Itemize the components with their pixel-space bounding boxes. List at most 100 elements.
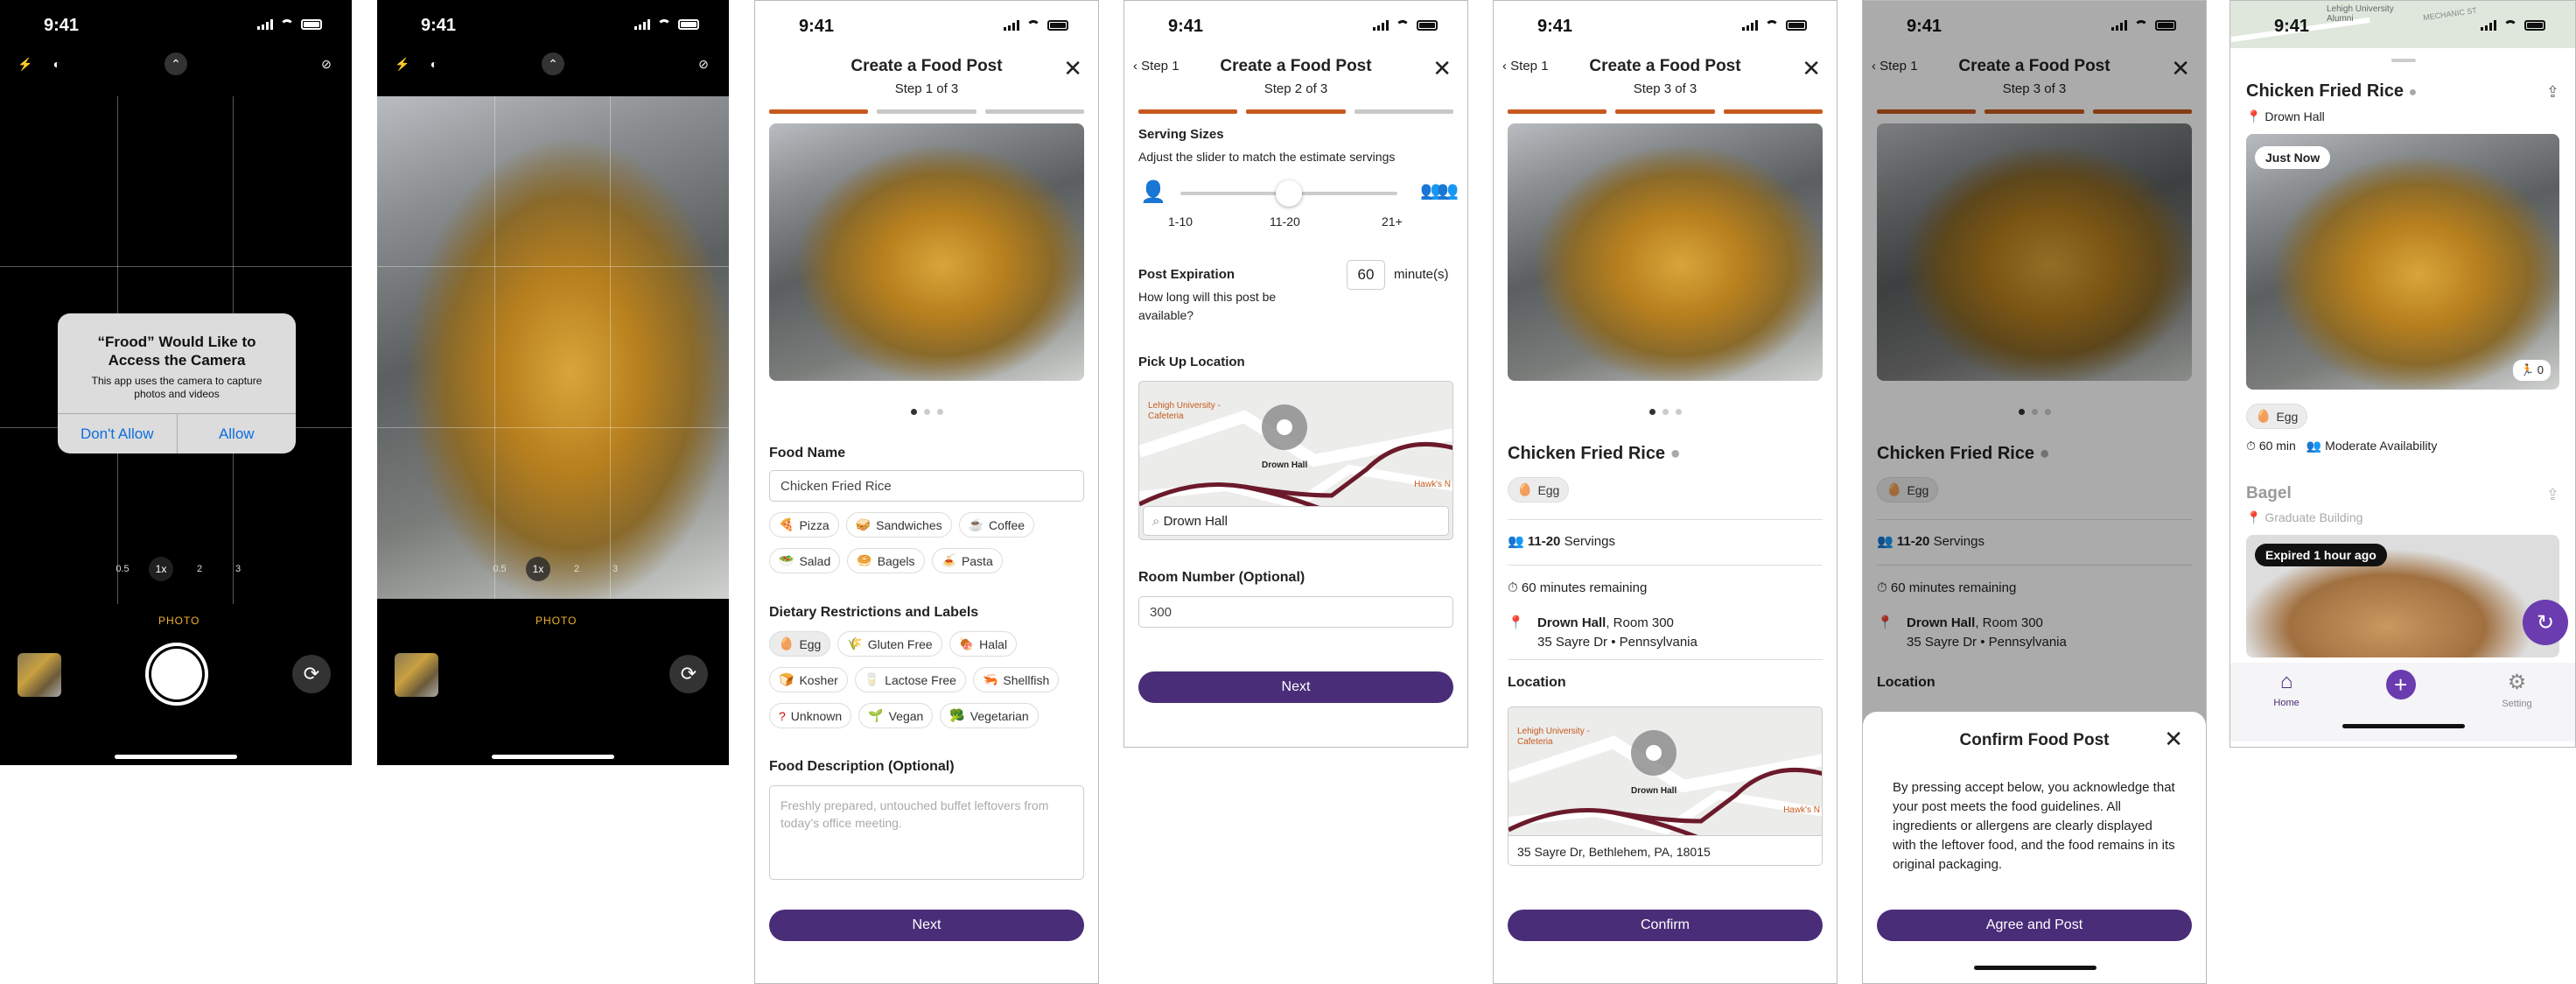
signal-icon <box>634 19 650 30</box>
zoom-2[interactable]: 2 <box>564 557 589 581</box>
location-map[interactable]: Lehigh University - Cafeteria Drown Hall… <box>1508 706 1823 866</box>
live-off-icon[interactable]: ⊘ <box>315 53 338 75</box>
timer-icon: ⏱ <box>2246 439 2259 453</box>
pickup-map[interactable]: Lehigh University - Cafeteria Drown Hall… <box>1138 381 1453 540</box>
photo-mode-label[interactable]: PHOTO <box>158 615 200 627</box>
feed-screen: Lehigh University Alumni MECHANIC ST 9:4… <box>2230 0 2576 748</box>
map-label-lehigh: Lehigh University - Cafeteria <box>1517 727 1590 747</box>
zoom-1x[interactable]: 1x <box>149 557 173 581</box>
zoom-controls: 0.5 1x 2 3 <box>487 557 627 581</box>
serving-slider[interactable] <box>1180 180 1397 207</box>
location-row: 📍 Drown Hall, Room 300 35 Sayre Dr • Pen… <box>1508 615 1698 650</box>
dont-allow-button[interactable]: Don't Allow <box>58 414 177 453</box>
chip-halal[interactable]: 🍖 Halal <box>948 631 1018 657</box>
chip-salad[interactable]: 🥗 Salad <box>769 548 841 573</box>
chip-kosher[interactable]: 🍞 Kosher <box>769 667 848 692</box>
nav-add[interactable]: + <box>2385 670 2416 699</box>
last-photo-thumbnail[interactable] <box>18 653 61 697</box>
share-icon[interactable]: ⇪ <box>2546 486 2559 504</box>
flash-icon[interactable]: ⚡ <box>391 53 414 75</box>
nav-setting[interactable]: ⚙ Setting <box>2502 670 2531 709</box>
next-button[interactable]: Next <box>769 910 1084 941</box>
chip-shellfish[interactable]: 🦐 Shellfish <box>972 667 1060 692</box>
chip-vegan[interactable]: 🌱 Vegan <box>858 703 934 728</box>
header: Create a Food Post Step 3 of 3 <box>1494 57 1837 96</box>
food-icon: ● <box>2408 85 2418 100</box>
page-title: Create a Food Post <box>1589 57 1741 75</box>
zoom-0-5[interactable]: 0.5 <box>110 557 135 581</box>
egg-tag: 🥚 Egg <box>2246 404 2308 429</box>
food-photo[interactable] <box>769 123 1084 381</box>
live-off-icon[interactable]: ⊘ <box>692 53 715 75</box>
chevron-up-icon[interactable]: ⌃ <box>164 53 187 75</box>
status-time: 9:41 <box>799 17 835 36</box>
location-search[interactable]: ⌕ Drown Hall <box>1143 506 1449 536</box>
wifi-icon <box>657 19 671 30</box>
share-icon[interactable]: ⇪ <box>2546 83 2559 102</box>
zoom-3[interactable]: 3 <box>226 557 250 581</box>
chip-bagels[interactable]: 🥯 Bagels <box>847 548 925 573</box>
last-photo-thumbnail[interactable] <box>395 653 438 697</box>
flip-camera-icon[interactable]: ⟳ <box>292 655 331 693</box>
photo-mode-label[interactable]: PHOTO <box>536 615 577 627</box>
chip-unknown[interactable]: ? Unknown <box>769 703 852 728</box>
food-photo[interactable] <box>1508 123 1823 381</box>
chip-egg[interactable]: 🥚 Egg <box>769 631 831 657</box>
chip-sandwiches[interactable]: 🥪 Sandwiches <box>845 512 952 538</box>
drag-handle[interactable] <box>2391 59 2416 62</box>
chip-pasta[interactable]: 🍝 Pasta <box>931 548 1003 573</box>
close-icon[interactable]: ✕ <box>1063 57 1082 80</box>
shutter-button[interactable] <box>145 643 208 706</box>
zoom-1x[interactable]: 1x <box>526 557 550 581</box>
chip-coffee[interactable]: ☕ Coffee <box>958 512 1035 538</box>
chip-vegetarian[interactable]: 🥦 Vegetarian <box>940 703 1039 728</box>
confirm-button[interactable]: Confirm <box>1508 910 1823 941</box>
signal-icon <box>1373 20 1389 31</box>
slider-knob[interactable] <box>1276 180 1302 207</box>
person-group-icon: 👥 <box>1508 534 1528 549</box>
close-icon[interactable]: ✕ <box>1432 57 1452 80</box>
post1-photo[interactable]: Just Now 🏃 0 <box>2246 134 2559 390</box>
zoom-0-5[interactable]: 0.5 <box>487 557 512 581</box>
live-photo-icon[interactable]: ◐ <box>423 53 445 75</box>
flash-icon[interactable]: ⚡ <box>14 53 37 75</box>
divider <box>1508 519 1823 520</box>
expiration-input[interactable]: 60 <box>1347 260 1385 290</box>
zoom-3[interactable]: 3 <box>603 557 627 581</box>
kosher-icon: 🍞 <box>779 672 794 686</box>
halal-icon: 🍖 <box>958 636 975 650</box>
carousel-dots <box>755 409 1098 415</box>
zoom-2[interactable]: 2 <box>187 557 212 581</box>
food-title: Chicken Fried Rice ● <box>1508 444 1681 463</box>
step-indicator: Step 1 of 3 <box>894 81 959 96</box>
next-button[interactable]: Next <box>1138 671 1453 703</box>
status-bar: 9:41 <box>1494 1 1837 53</box>
live-photo-icon[interactable]: ◐ <box>46 53 68 75</box>
chip-pizza[interactable]: 🍕 Pizza <box>769 512 839 538</box>
description-input[interactable]: Freshly prepared, untouched buffet lefto… <box>769 785 1084 880</box>
chevron-up-icon[interactable]: ⌃ <box>542 53 564 75</box>
battery-icon <box>1417 20 1438 31</box>
close-icon[interactable]: ✕ <box>1802 57 1821 80</box>
battery-icon <box>2524 20 2545 31</box>
chip-lactose-free[interactable]: 🥛 Lactose Free <box>854 667 966 692</box>
flip-camera-icon[interactable]: ⟳ <box>669 655 708 693</box>
person-group-icon: 👥 <box>2306 439 2326 453</box>
post2-photo[interactable]: Expired 1 hour ago <box>2246 535 2559 657</box>
status-icons <box>2481 20 2545 31</box>
address-field[interactable]: 35 Sayre Dr, Bethlehem, PA, 18015 <box>1508 835 1822 865</box>
food-name-input[interactable]: Chicken Fried Rice <box>769 470 1084 502</box>
status-bar: 9:41 <box>755 1 1098 53</box>
close-icon[interactable]: ✕ <box>2164 726 2183 753</box>
zoom-controls: 0.5 1x 2 3 <box>110 557 250 581</box>
create-post-step1: 9:41 Create a Food Post Step 1 of 3 ✕ Fo… <box>754 0 1099 984</box>
tick-11-20: 11-20 <box>1270 214 1300 228</box>
milk-icon: 🥛 <box>864 672 880 686</box>
room-input[interactable]: 300 <box>1138 596 1453 628</box>
allow-button[interactable]: Allow <box>176 414 297 453</box>
map-label-pin: Drown Hall <box>1631 786 1677 796</box>
refresh-button[interactable]: ↻ <box>2523 600 2568 645</box>
agree-and-post-button[interactable]: Agree and Post <box>1877 910 2192 941</box>
nav-home[interactable]: ⌂ Home <box>2273 670 2299 708</box>
chip-gluten-free[interactable]: 🌾 Gluten Free <box>837 631 942 657</box>
